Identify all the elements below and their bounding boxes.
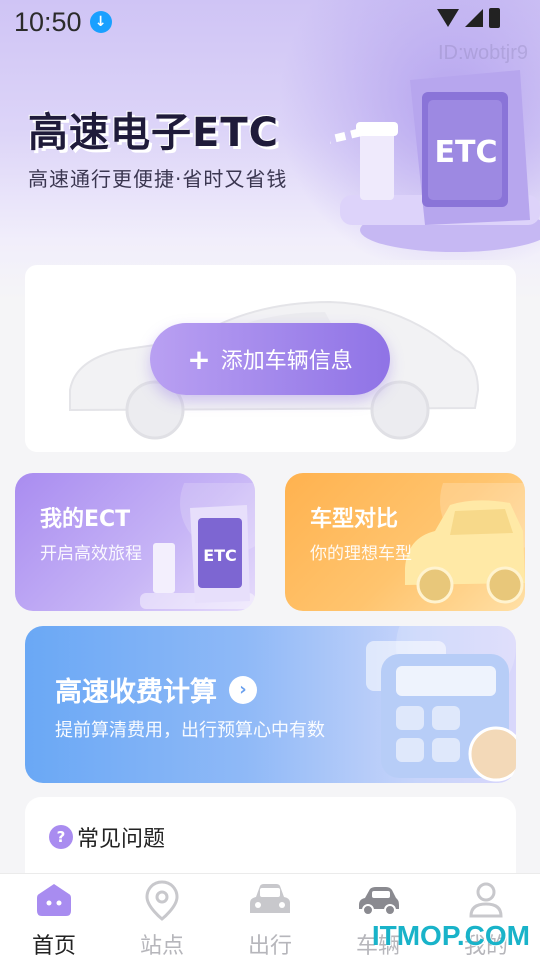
car-compare-tile[interactable]: 车型对比 你的理想车型 bbox=[285, 473, 525, 611]
brand-watermark: ITMOP.COM bbox=[371, 920, 530, 951]
wifi-icon bbox=[437, 9, 459, 27]
my-etc-title: 我的ECT bbox=[40, 507, 131, 532]
toll-calculator-title: 高速收费计算 › bbox=[55, 670, 257, 709]
my-etc-tile[interactable]: ETC 我的ECT 开启高效旅程 bbox=[15, 473, 255, 611]
calculator-icon bbox=[366, 626, 516, 782]
plus-icon: + bbox=[187, 342, 211, 376]
user-icon bbox=[464, 878, 508, 922]
faq-title-text: 常见问题 bbox=[77, 827, 166, 852]
faq-heading: ? 常见问题 bbox=[49, 821, 165, 853]
my-etc-subtitle: 开启高效旅程 bbox=[40, 544, 142, 564]
tab-stations[interactable]: 站点 bbox=[108, 874, 216, 960]
car-compare-subtitle: 你的理想车型 bbox=[310, 544, 412, 564]
chevron-right-icon[interactable]: › bbox=[229, 675, 257, 704]
home-icon bbox=[32, 878, 76, 922]
add-vehicle-button[interactable]: + 添加车辆信息 bbox=[150, 323, 390, 395]
gate-etc-label: ETC bbox=[435, 135, 498, 170]
tab-label-home: 首页 bbox=[31, 934, 76, 959]
cellular-signal-icon bbox=[465, 9, 483, 27]
hero-title: 高速电子ETC bbox=[28, 110, 279, 156]
watermark-id: ID:wobtjr9 bbox=[437, 42, 528, 64]
status-time: 10:50 bbox=[14, 6, 82, 37]
add-vehicle-label: 添加车辆信息 bbox=[220, 349, 353, 374]
car-compare-title: 车型对比 bbox=[310, 507, 399, 532]
download-icon: ↓ bbox=[89, 11, 112, 33]
toll-calculator-card[interactable]: 高速收费计算 › 提前算清费用，出行预算心中有数 bbox=[25, 626, 516, 783]
hero-subtitle: 高速通行更便捷·省时又省钱 bbox=[28, 167, 288, 191]
tab-home[interactable]: 首页 bbox=[0, 874, 108, 960]
etc-gate-illustration: ETC bbox=[330, 70, 540, 252]
status-indicators bbox=[437, 8, 500, 28]
tile-etc-label: ETC bbox=[203, 546, 237, 565]
tab-label-stations: 站点 bbox=[139, 934, 184, 959]
vehicle-card: + 添加车辆信息 bbox=[25, 265, 516, 452]
yellow-car-icon bbox=[405, 483, 525, 604]
question-icon: ? bbox=[49, 825, 73, 849]
battery-icon bbox=[489, 8, 500, 28]
etc-device-icon: ETC bbox=[140, 483, 255, 609]
location-pin-icon bbox=[140, 878, 184, 922]
car-side-icon bbox=[356, 878, 400, 922]
tab-label-travel: 出行 bbox=[247, 934, 292, 959]
toll-calculator-subtitle: 提前算清费用，出行预算心中有数 bbox=[55, 720, 325, 741]
tab-travel[interactable]: 出行 bbox=[216, 874, 324, 960]
car-front-icon bbox=[248, 878, 292, 922]
toll-calculator-title-text: 高速收费计算 bbox=[55, 677, 217, 708]
